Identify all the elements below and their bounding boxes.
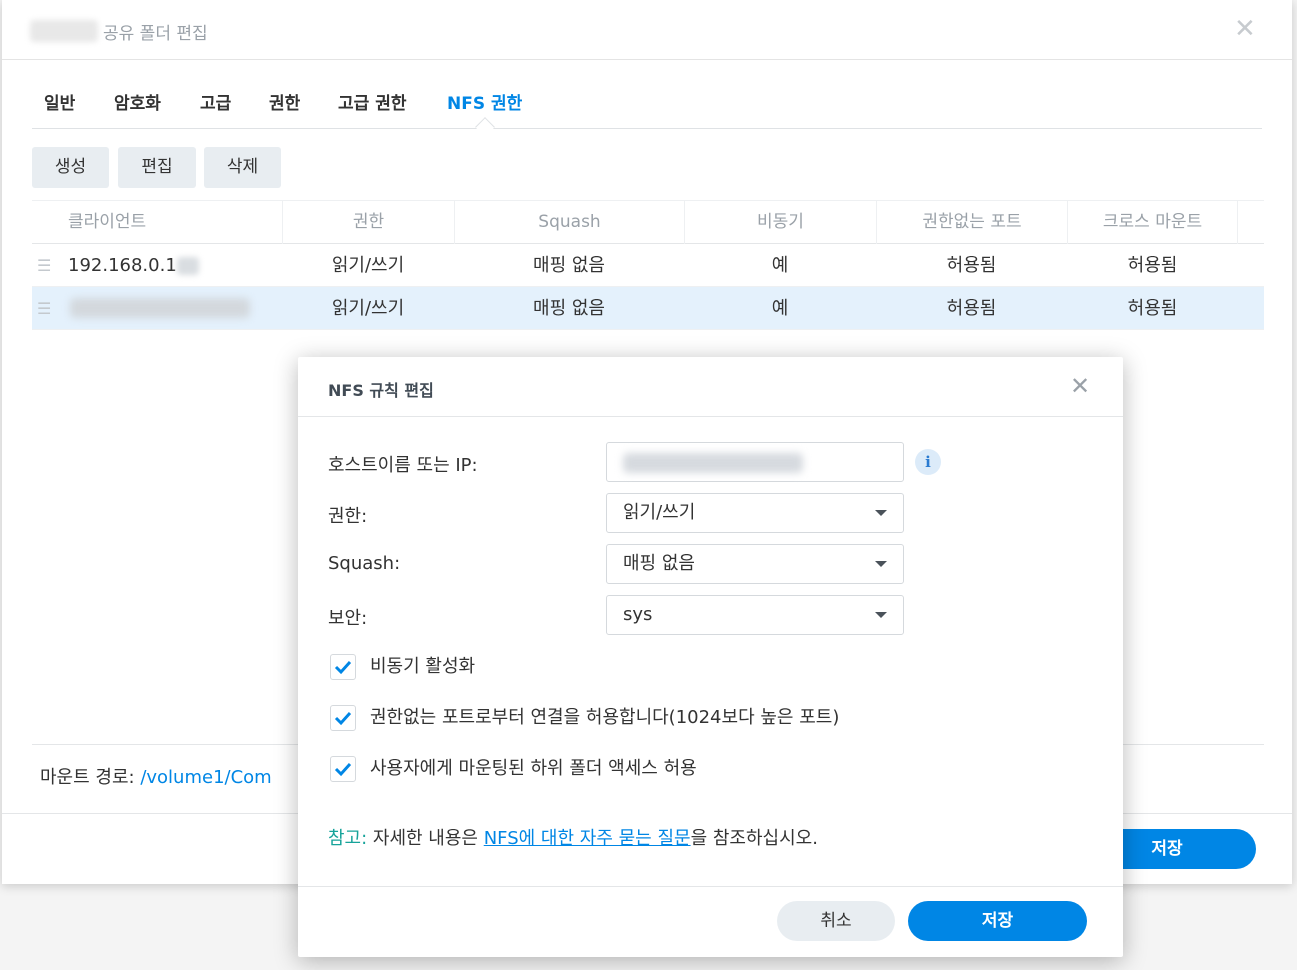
cross-mount-checkbox[interactable] [330,756,356,782]
note-key: 참고: [328,828,368,849]
squash-cell: 매핑 없음 [533,255,605,276]
mount-path: 마운트 경로: /volume1/Com [40,763,272,789]
window-header: 공유 폴더 편집 ✕ [2,0,1292,60]
note-text: 참고: 자세한 내용은 NFS에 대한 자주 묻는 질문을 참조하십시오. [328,824,818,850]
non-privileged-port-cell: 허용됨 [946,255,997,276]
dialog-title: NFS 규칙 편집 [328,381,434,400]
tab-encryption[interactable]: 암호화 [114,89,161,114]
column-cross-mount[interactable]: 크로스 마운트 [1067,201,1238,244]
dialog-close-icon[interactable]: ✕ [1070,371,1090,401]
client-redacted [70,298,250,318]
security-label: 보안: [328,608,368,629]
non-privileged-port-checkbox-label: 권한없는 포트로부터 연결을 허용합니다(1024보다 높은 포트) [370,707,840,728]
client-cell: 192.168.0.1 [68,244,282,287]
tab-permissions[interactable]: 권한 [269,89,300,114]
squash-select[interactable]: 매핑 없음 [606,544,904,584]
permission-select[interactable]: 읽기/쓰기 [606,493,904,533]
tab-advanced[interactable]: 고급 [200,89,231,114]
drag-handle-icon[interactable]: ☰ [37,256,51,275]
nfs-rules-table: 클라이언트 권한 Squash 비동기 권한없는 포트 크로스 마운트 ☰ 19… [32,200,1264,330]
checkmark-icon [334,762,352,777]
cross-mount-cell: 허용됨 [1127,255,1178,276]
permission-label: 권한: [328,506,368,527]
checkmark-icon [334,711,352,726]
tab-general[interactable]: 일반 [44,89,75,114]
divider [298,886,1123,887]
edit-button[interactable]: 편집 [118,147,196,188]
non-privileged-port-cell: 허용됨 [946,298,997,319]
dialog-header: NFS 규칙 편집 ✕ [298,357,1123,417]
async-cell: 예 [771,255,789,276]
delete-button[interactable]: 삭제 [204,147,281,188]
checkmark-icon [334,660,352,675]
squash-cell: 매핑 없음 [533,298,605,319]
security-select[interactable]: sys [606,595,904,635]
tab-bar: 일반 암호화 고급 권한 고급 권한 NFS 권한 [32,72,1262,137]
column-permission[interactable]: 권한 [282,201,454,244]
note-prefix: 자세한 내용은 [367,828,484,849]
host-value-redacted [623,453,803,473]
window-title: 공유 폴더 편집 [103,24,208,44]
create-button[interactable]: 생성 [32,147,109,188]
note-suffix: 을 참조하십시오. [690,828,818,849]
ip-redacted [176,257,199,275]
host-input[interactable] [606,442,904,482]
column-async[interactable]: 비동기 [684,201,876,244]
chevron-down-icon [875,510,887,516]
active-tab-indicator [475,117,495,137]
permission-cell: 읽기/쓰기 [331,255,405,276]
drag-handle-icon[interactable]: ☰ [37,299,51,318]
table-row[interactable]: ☰ 192.168.0.1 읽기/쓰기 매핑 없음 예 허용됨 허용됨 [32,244,1264,287]
async-cell: 예 [771,298,789,319]
security-value: sys [623,604,653,625]
chevron-down-icon [875,561,887,567]
folder-name-redacted [30,20,98,42]
permission-cell: 읽기/쓰기 [331,298,405,319]
squash-value: 매핑 없음 [623,553,695,574]
mount-path-link[interactable]: /volume1/Com [140,767,271,788]
column-squash[interactable]: Squash [454,201,684,244]
non-privileged-port-checkbox[interactable] [330,705,356,731]
async-checkbox-label: 비동기 활성화 [370,656,476,677]
save-button[interactable]: 저장 [908,901,1087,941]
info-icon[interactable]: i [915,449,941,475]
column-client[interactable]: 클라이언트 [32,201,282,244]
nfs-rule-edit-dialog: NFS 규칙 편집 ✕ 호스트이름 또는 IP: i 권한: 읽기/쓰기 Squ… [298,357,1123,957]
client-ip: 192.168.0.1 [68,255,177,276]
window-close-icon[interactable]: ✕ [1234,14,1256,44]
async-checkbox[interactable] [330,654,356,680]
permission-value: 읽기/쓰기 [623,502,696,523]
table-header: 클라이언트 권한 Squash 비동기 권한없는 포트 크로스 마운트 [32,200,1264,244]
chevron-down-icon [875,612,887,618]
host-label: 호스트이름 또는 IP: [328,455,478,476]
nfs-faq-link[interactable]: NFS에 대한 자주 묻는 질문 [484,828,691,849]
table-row[interactable]: ☰ 읽기/쓰기 매핑 없음 예 허용됨 허용됨 [32,287,1264,330]
tab-nfs-permissions[interactable]: NFS 권한 [447,89,522,114]
tab-advanced-permissions[interactable]: 고급 권한 [338,89,406,114]
column-non-privileged-port[interactable]: 권한없는 포트 [876,201,1067,244]
cancel-button[interactable]: 취소 [777,901,895,941]
mount-path-label: 마운트 경로: [40,767,135,788]
cross-mount-cell: 허용됨 [1127,298,1178,319]
squash-label: Squash: [328,553,401,574]
cross-mount-checkbox-label: 사용자에게 마운팅된 하위 폴더 액세스 허용 [370,758,697,779]
